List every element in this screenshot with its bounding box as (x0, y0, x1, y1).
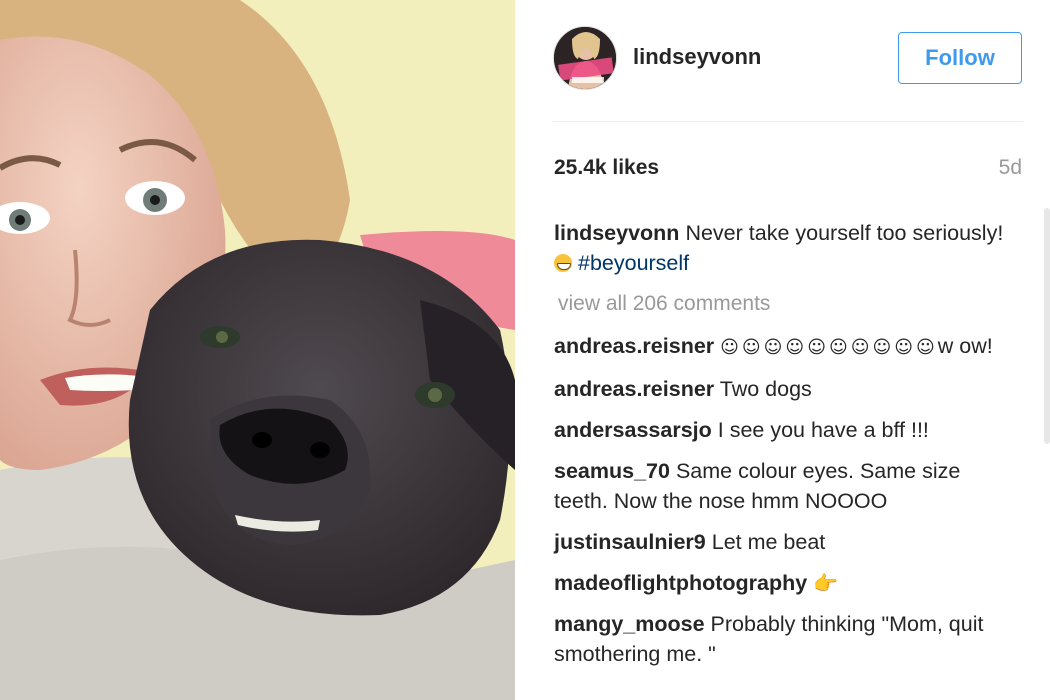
post-age[interactable]: 5d (999, 156, 1022, 180)
pointing-hand-icon: 👉 (813, 571, 839, 595)
grinning-face-icon (554, 254, 572, 272)
comment-username[interactable]: mangy_moose (554, 612, 705, 636)
post-username[interactable]: lindseyvonn (633, 44, 761, 70)
comment-item: andersassarsjo I see you have a bff !!! (554, 415, 1004, 445)
comments-list: lindseyvonn Never take yourself too seri… (554, 218, 1004, 680)
view-all-comments-link[interactable]: view all 206 comments (558, 289, 1004, 319)
post-details-panel: lindseyvonn Follow 25.4k likes 5d lindse… (515, 0, 1050, 700)
comment-username[interactable]: andreas.reisner (554, 377, 714, 401)
comment-text: Let me beat (711, 530, 826, 554)
comment-item: justinsaulnier9 Let me beat (554, 527, 1004, 557)
caption: lindseyvonn Never take yourself too seri… (554, 218, 1004, 278)
caption-hashtag[interactable]: #beyourself (578, 251, 689, 275)
comment-item: seamus_70 Same colour eyes. Same size te… (554, 456, 1004, 516)
comment-username[interactable]: andreas.reisner (554, 334, 714, 358)
profile-avatar[interactable] (553, 26, 617, 90)
likes-count[interactable]: 25.4k likes (554, 156, 659, 180)
comment-username[interactable]: madeoflightphotography (554, 571, 807, 595)
caption-text: Never take yourself too seriously! (685, 221, 1004, 245)
comment-item: andreas.reisner Two dogs (554, 374, 1004, 404)
header-divider (553, 121, 1023, 122)
smiley-faces-icon: ☺☺☺☺☺☺☺☺☺☺ (720, 337, 938, 358)
comments-scrollbar[interactable] (1044, 208, 1050, 444)
comment-text: Two dogs (719, 377, 812, 401)
comment-item: andreas.reisner ☺☺☺☺☺☺☺☺☺☺w ow! (554, 331, 1004, 363)
follow-button[interactable]: Follow (898, 32, 1022, 84)
comment-text: w ow! (937, 334, 993, 358)
comment-username[interactable]: andersassarsjo (554, 418, 712, 442)
comment-text: I see you have a bff !!! (717, 418, 929, 442)
comment-username[interactable]: justinsaulnier9 (554, 530, 706, 554)
post-photo-image (0, 0, 515, 700)
post-header: lindseyvonn Follow (553, 24, 1023, 94)
comment-item: madeoflightphotography 👉 (554, 568, 1004, 598)
caption-username[interactable]: lindseyvonn (554, 221, 679, 245)
avatar-strong-is-beautiful-icon (554, 27, 616, 89)
comment-username[interactable]: seamus_70 (554, 459, 670, 483)
post-photo[interactable] (0, 0, 515, 700)
comment-item: mangy_moose Probably thinking "Mom, quit… (554, 609, 1004, 669)
